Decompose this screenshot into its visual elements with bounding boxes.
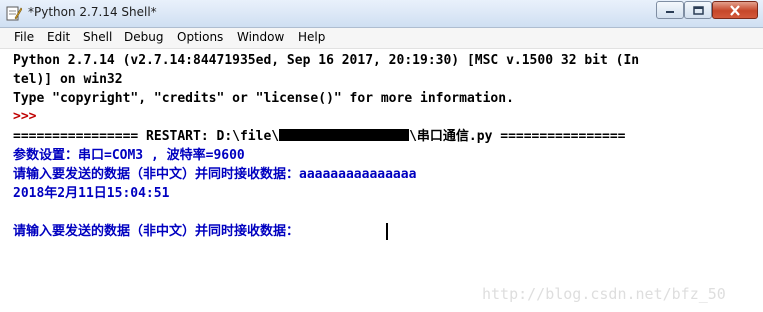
menu-shell[interactable]: Shell — [83, 30, 112, 44]
output-line-timestamp: 2018年2月11日15:04:51 — [13, 186, 170, 201]
menu-help[interactable]: Help — [298, 30, 325, 44]
restart-prefix: ================ RESTART: D:\file\ — [13, 129, 280, 144]
menu-bar: File Edit Shell Debug Options Window Hel… — [0, 28, 763, 49]
menu-options[interactable]: Options — [177, 30, 223, 44]
window-title: *Python 2.7.14 Shell* — [28, 5, 157, 19]
banner-line-3: Type "copyright", "credits" or "license(… — [13, 91, 514, 106]
idle-app-icon — [6, 6, 22, 21]
menu-file[interactable]: File — [14, 30, 34, 44]
shell-prompt: >>> — [13, 109, 45, 124]
redacted-path-block — [279, 129, 410, 141]
minimize-button[interactable] — [656, 1, 684, 19]
watermark-text: http://blog.csdn.net/bfz_50 — [482, 285, 726, 303]
restart-suffix: \串口通信.py ================ — [409, 129, 626, 144]
maximize-button[interactable] — [684, 1, 712, 19]
text-cursor — [386, 223, 388, 240]
output-line-settings: 参数设置：串口=COM3 , 波特率=9600 — [13, 148, 245, 163]
output-line-send-prompt: 请输入要发送的数据（非中文）并同时接收数据：aaaaaaaaaaaaaaa — [13, 167, 417, 182]
title-bar: *Python 2.7.14 Shell* — [0, 0, 763, 28]
close-button[interactable] — [712, 1, 758, 19]
output-line-send-prompt-current: 请输入要发送的数据（非中文）并同时接收数据： — [13, 224, 300, 239]
minimize-icon — [666, 11, 674, 13]
shell-output-area[interactable]: Python 2.7.14 (v2.7.14:84471935ed, Sep 1… — [0, 49, 763, 312]
banner-line-1: Python 2.7.14 (v2.7.14:84471935ed, Sep 1… — [13, 53, 640, 68]
maximize-icon — [692, 5, 704, 15]
restart-line: ================ RESTART: D:\file\ \串口通信.… — [13, 128, 625, 146]
banner-line-2: tel)] on win32 — [13, 72, 123, 87]
menu-edit[interactable]: Edit — [47, 30, 70, 44]
close-icon — [730, 4, 740, 16]
menu-window[interactable]: Window — [237, 30, 284, 44]
menu-debug[interactable]: Debug — [124, 30, 163, 44]
